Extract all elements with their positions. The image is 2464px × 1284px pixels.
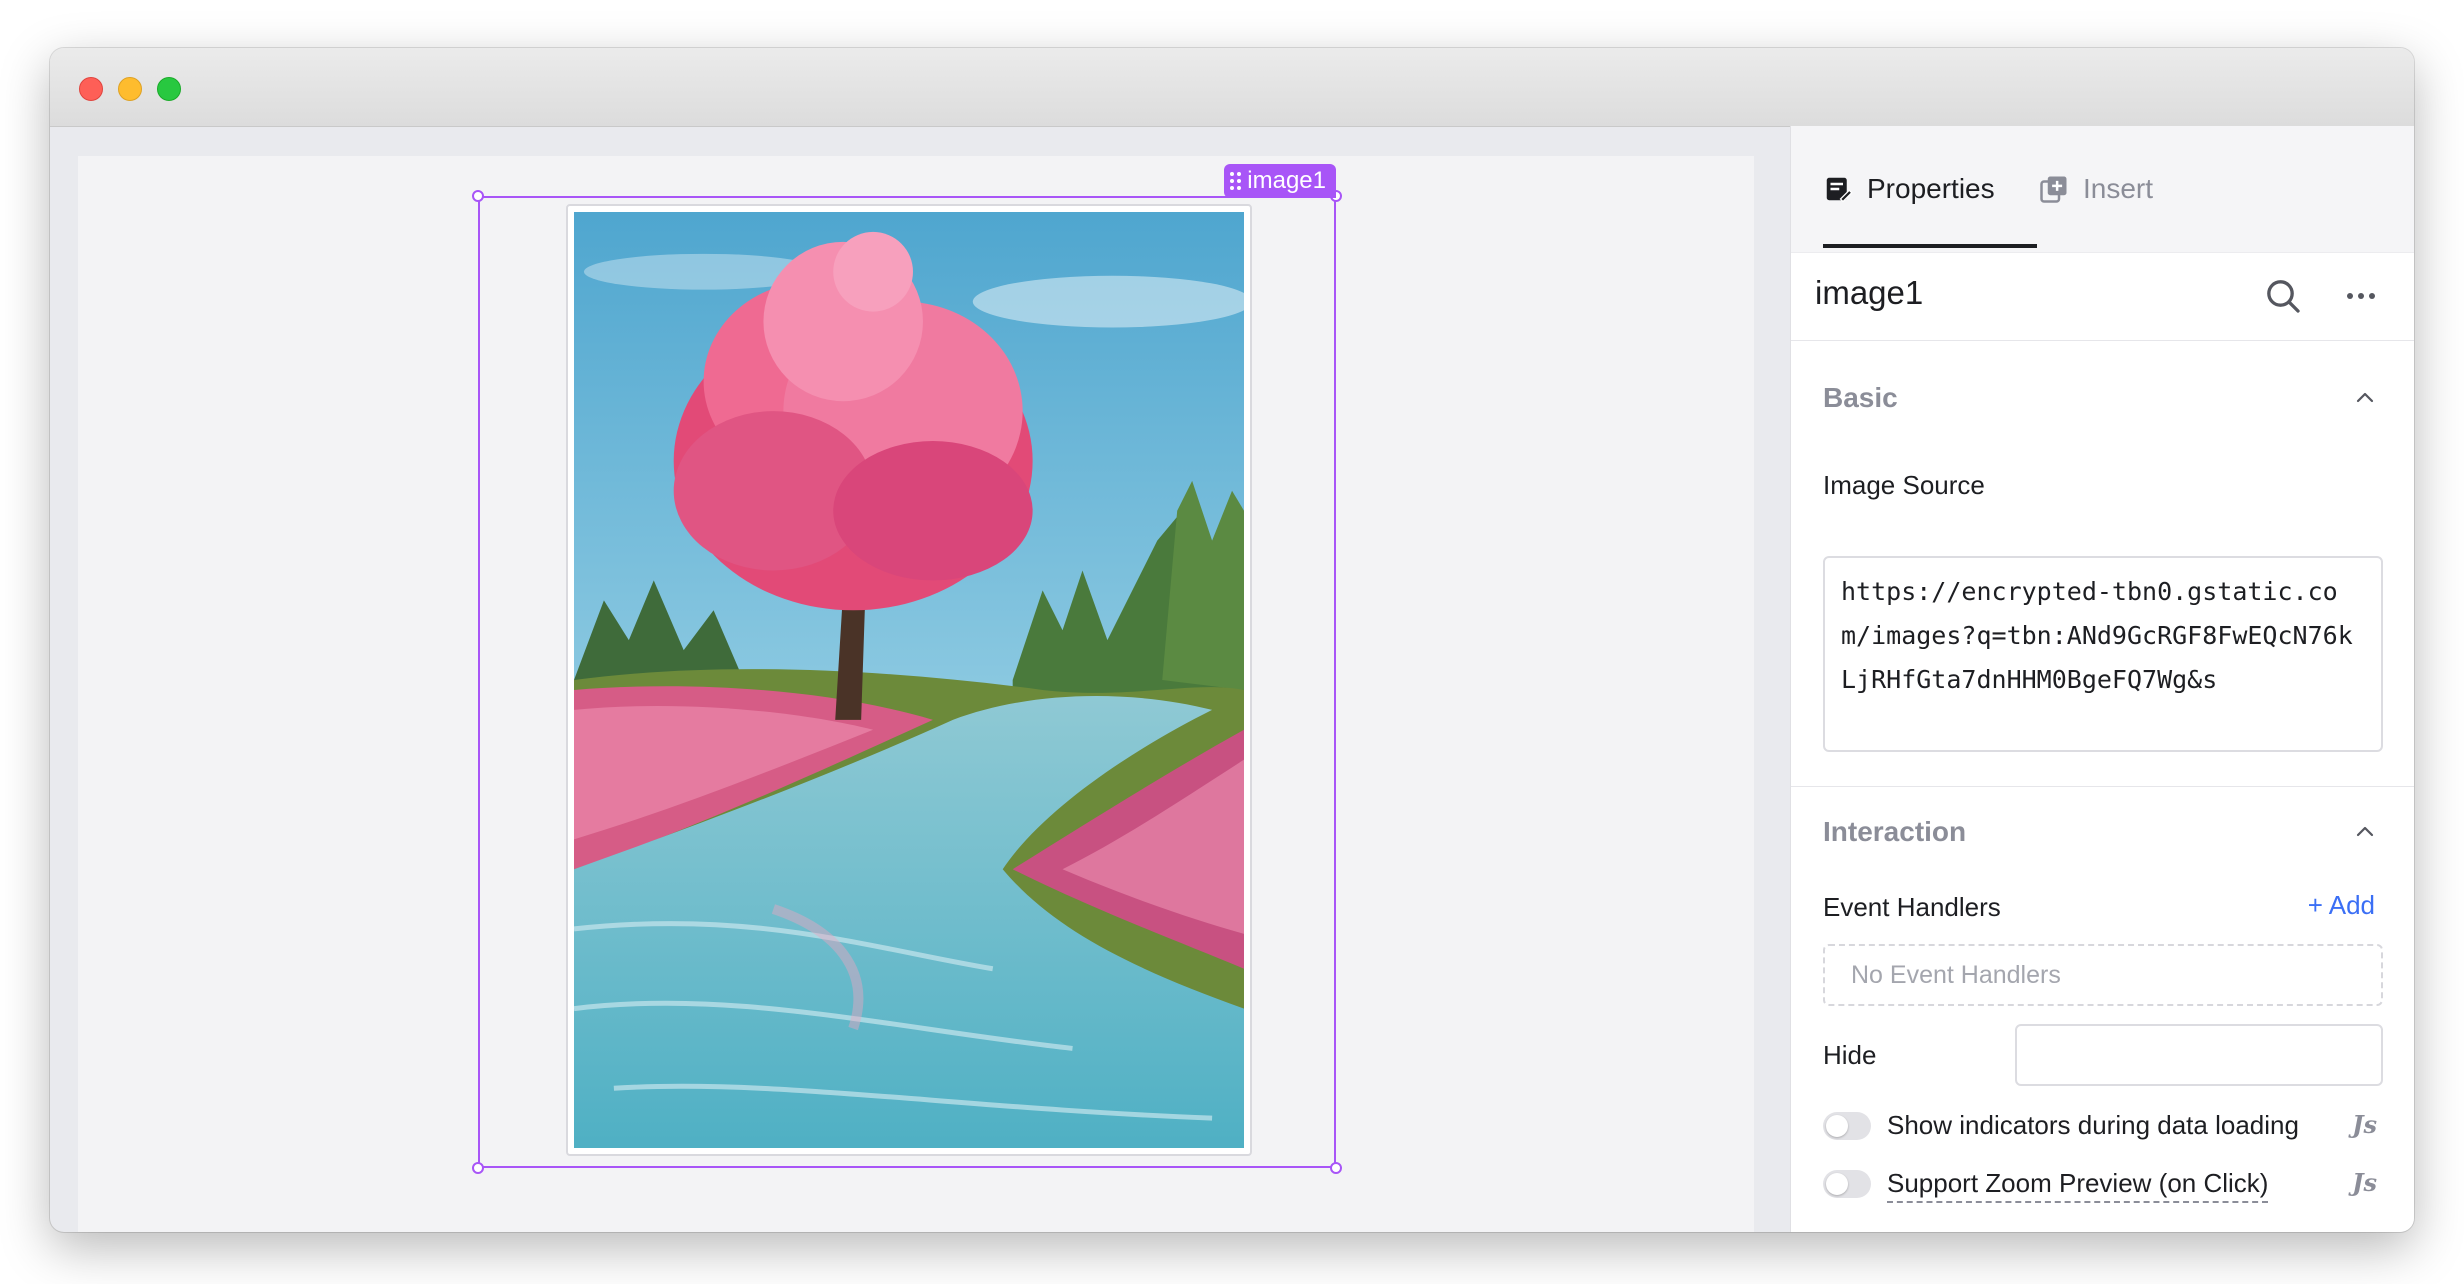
chevron-up-icon[interactable]: [2353, 386, 2377, 410]
panel-tabs: Properties Insert: [1791, 126, 2414, 253]
component-tag-label: image1: [1247, 167, 1326, 194]
properties-panel: Properties Insert image1 Basic Image Sou…: [1790, 126, 2414, 1232]
maximize-window-button[interactable]: [157, 77, 181, 101]
minimize-window-button[interactable]: [118, 77, 142, 101]
editor-canvas[interactable]: image1: [78, 156, 1754, 1232]
event-handlers-label: Event Handlers: [1823, 892, 2001, 922]
tab-insert-label: Insert: [2083, 173, 2154, 204]
add-event-handler-button[interactable]: + Add: [2308, 890, 2375, 921]
resize-handle-bottom-left[interactable]: [472, 1162, 484, 1174]
component-name[interactable]: image1: [1815, 274, 1923, 312]
insert-icon: [2040, 176, 2067, 203]
component-name-tag[interactable]: image1: [1224, 164, 1336, 198]
close-window-button[interactable]: [79, 77, 103, 101]
hide-input[interactable]: [2015, 1024, 2383, 1086]
section-interaction-title[interactable]: Interaction: [1823, 816, 1966, 848]
drag-handle-icon[interactable]: [1230, 172, 1242, 190]
section-divider: [1791, 786, 2414, 787]
title-bar: [50, 48, 2414, 127]
zoom-preview-toggle[interactable]: [1823, 1170, 1871, 1198]
tab-insert[interactable]: Insert: [2039, 126, 2153, 252]
section-basic-title[interactable]: Basic: [1823, 382, 1898, 414]
image-source-label: Image Source: [1823, 470, 1985, 500]
no-event-handlers-text: No Event Handlers: [1851, 960, 2061, 989]
properties-icon: [1826, 177, 1853, 203]
js-icon[interactable]: Js: [2352, 1110, 2377, 1139]
app-window: image1 Properties Insert image1 Basic Im…: [50, 48, 2414, 1232]
show-indicators-toggle[interactable]: [1823, 1112, 1871, 1140]
resize-handle-bottom-right[interactable]: [1330, 1162, 1342, 1174]
js-icon[interactable]: Js: [2352, 1168, 2377, 1197]
resize-handle-top-left[interactable]: [472, 190, 484, 202]
component-header: image1: [1791, 252, 2414, 341]
zoom-preview-label: Support Zoom Preview (on Click): [1887, 1168, 2269, 1203]
hide-label: Hide: [1823, 1040, 1877, 1070]
active-tab-indicator: [1823, 244, 2037, 248]
tab-properties-label: Properties: [1867, 173, 1995, 204]
event-handlers-empty-box: No Event Handlers: [1823, 944, 2383, 1006]
more-options-icon[interactable]: [2341, 276, 2381, 316]
selection-frame[interactable]: image1: [472, 164, 1342, 1174]
show-indicators-label: Show indicators during data loading: [1887, 1110, 2299, 1140]
image-source-input[interactable]: https://encrypted-tbn0.gstatic.com/image…: [1823, 556, 2383, 752]
tab-properties[interactable]: Properties: [1823, 126, 1995, 252]
chevron-up-icon[interactable]: [2353, 820, 2377, 844]
search-icon[interactable]: [2263, 276, 2303, 316]
